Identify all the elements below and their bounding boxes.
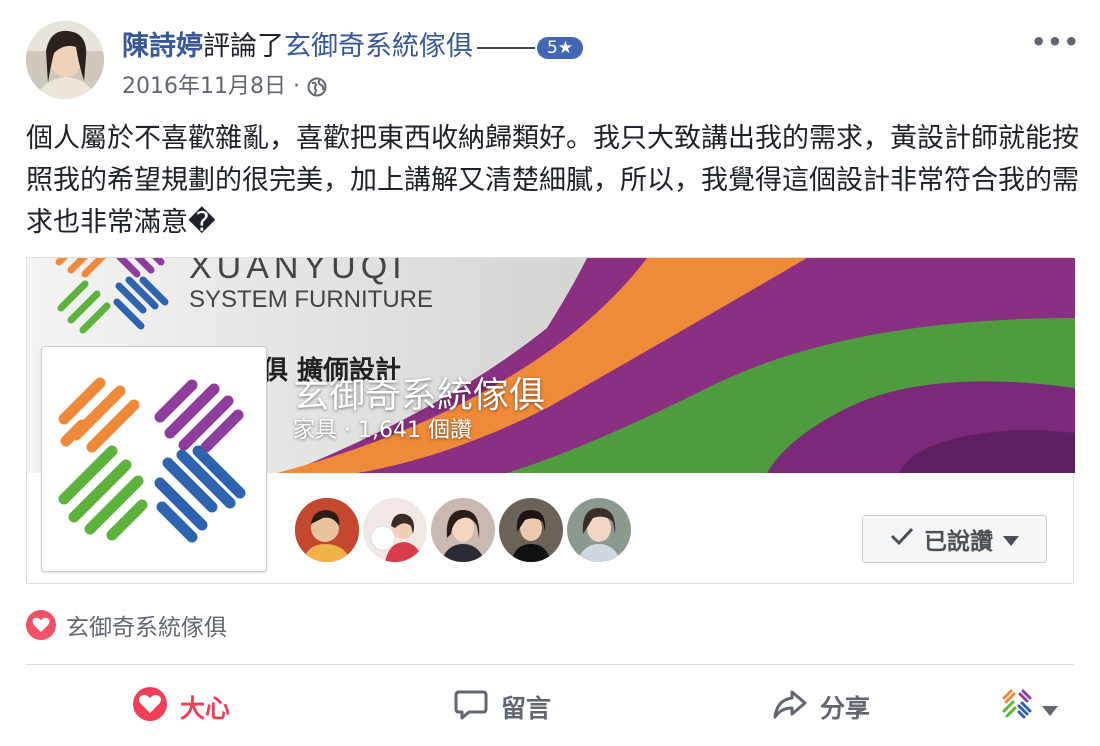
comment-label: 留言: [501, 694, 552, 723]
dropdown-caret-icon: [1003, 526, 1019, 552]
liked-page-button[interactable]: 已說讚: [862, 515, 1047, 563]
author-avatar[interactable]: [26, 21, 104, 99]
post-header: 陳詩婷評論了玄御奇系統傢俱 5★: [122, 24, 584, 63]
page-category-likes: 家具 · 1,641 個讚: [293, 418, 472, 443]
selector-caret-icon: [1042, 693, 1058, 722]
friend-avatar[interactable]: [293, 496, 361, 564]
comment-button[interactable]: 留言: [453, 684, 551, 730]
page-title[interactable]: 玄御奇系統傢俱: [293, 366, 545, 418]
post-as-page-selector[interactable]: [1000, 684, 1058, 730]
friend-avatar[interactable]: [497, 496, 565, 564]
friend-avatar[interactable]: [429, 496, 497, 564]
liked-label: 已說讚: [924, 529, 993, 555]
rating-connector: [477, 46, 535, 49]
love-reaction-button[interactable]: 大心: [132, 684, 230, 730]
love-reaction-icon: [26, 610, 56, 640]
meta-separator: ·: [292, 74, 300, 99]
page-card[interactable]: XUANYUQI SYSTEM FURNITURE 俱 擴偭設計 玄御奇系統傢俱…: [26, 257, 1075, 584]
brand-name-en: XUANYUQI: [189, 258, 407, 286]
xuanyuqi-logo-icon: [42, 347, 266, 571]
love-label: 大心: [180, 694, 231, 723]
share-arrow-icon: [772, 686, 808, 728]
more-options-icon[interactable]: •••: [1031, 28, 1080, 56]
love-heart-icon: [132, 686, 168, 728]
page-profile-picture[interactable]: [41, 346, 267, 572]
check-icon: [890, 526, 914, 552]
rating-badge[interactable]: 5★: [537, 36, 584, 59]
post-date[interactable]: 2016年11月8日: [122, 74, 286, 99]
friend-avatar[interactable]: [565, 496, 633, 564]
reactions-summary[interactable]: 玄御奇系統傢俱: [26, 608, 227, 642]
review-verb: 評論了: [203, 31, 284, 62]
reactions-label: 玄御奇系統傢俱: [66, 615, 227, 641]
post-meta: 2016年11月8日 ·: [122, 68, 327, 100]
page-avatar-icon: [1000, 687, 1034, 727]
brand-tagline-en: SYSTEM FURNITURE: [189, 286, 434, 313]
friend-avatar[interactable]: [361, 496, 429, 564]
post-text: 個人屬於不喜歡雜亂，喜歡把東西收納歸類好。我只大致講出我的需求，黃設計師就能按照…: [26, 123, 1079, 238]
share-button[interactable]: 分享: [772, 684, 870, 730]
public-globe-icon[interactable]: [307, 77, 327, 97]
actions-divider: [26, 664, 1074, 665]
share-label: 分享: [820, 694, 871, 723]
comment-bubble-icon: [453, 686, 489, 728]
page-link[interactable]: 玄御奇系統傢俱: [284, 31, 473, 62]
author-name[interactable]: 陳詩婷: [122, 31, 203, 62]
